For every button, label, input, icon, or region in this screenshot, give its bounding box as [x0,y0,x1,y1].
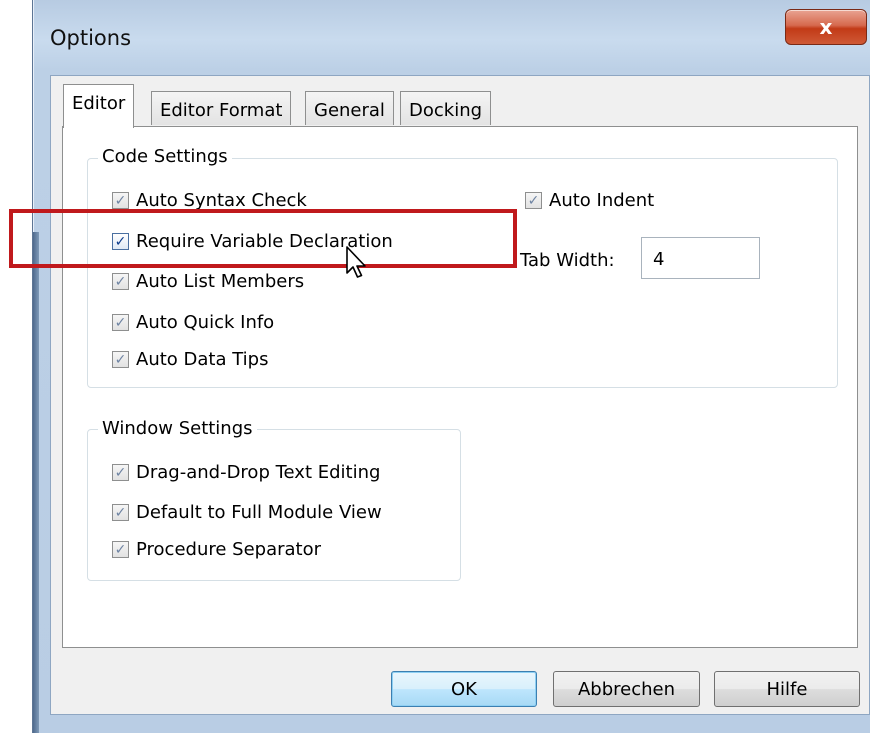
tab-label: Editor Format [160,100,283,121]
highlight-annotation-box [9,209,517,268]
checkbox-label: Default to Full Module View [136,502,382,523]
procedure-separator-option[interactable]: ✓ Procedure Separator [112,539,321,560]
tab-editor-format[interactable]: Editor Format [151,91,292,125]
checkbox-label: Auto Data Tips [136,349,269,370]
help-button[interactable]: Hilfe [714,671,860,707]
auto-syntax-check-option[interactable]: ✓ Auto Syntax Check [112,190,307,211]
checkmark-icon[interactable]: ✓ [112,351,129,368]
tab-general[interactable]: General [305,91,394,125]
code-settings-legend: Code Settings [98,146,232,167]
checkbox-label: Auto Syntax Check [136,190,307,211]
checkbox-label: Auto Quick Info [136,312,275,333]
window-settings-legend: Window Settings [98,418,257,439]
checkmark-icon[interactable]: ✓ [112,273,129,290]
tab-width-label: Tab Width: [520,250,615,271]
tab-label: Docking [409,100,483,121]
close-icon: x [819,15,833,39]
auto-quick-info-option[interactable]: ✓ Auto Quick Info [112,312,274,333]
auto-list-members-option[interactable]: ✓ Auto List Members [112,271,304,292]
checkmark-icon[interactable]: ✓ [112,192,129,209]
drag-and-drop-text-editing-option[interactable]: ✓ Drag-and-Drop Text Editing [112,462,380,483]
checkbox-label: Auto Indent [549,190,655,211]
window-left-border [33,232,39,733]
cancel-button[interactable]: Abbrechen [553,671,700,707]
tab-docking[interactable]: Docking [400,91,492,125]
checkbox-label: Auto List Members [136,271,305,292]
checkbox-label: Drag-and-Drop Text Editing [136,462,381,483]
default-to-full-module-view-option[interactable]: ✓ Default to Full Module View [112,502,382,523]
window-title: Options [50,26,132,50]
tab-label: Editor [72,93,126,114]
screen-background [0,0,32,733]
checkmark-icon[interactable]: ✓ [112,314,129,331]
checkmark-icon[interactable]: ✓ [112,464,129,481]
close-button[interactable]: x [785,9,867,45]
tab-width-input[interactable]: 4 [641,237,760,279]
mouse-cursor-icon [346,246,366,278]
auto-data-tips-option[interactable]: ✓ Auto Data Tips [112,349,268,370]
auto-indent-option[interactable]: ✓ Auto Indent [525,190,654,211]
checkmark-icon[interactable]: ✓ [112,541,129,558]
checkmark-icon[interactable]: ✓ [112,504,129,521]
checkbox-label: Procedure Separator [136,539,322,560]
ok-button[interactable]: OK [391,671,537,707]
tab-label: General [314,100,385,121]
checkmark-icon[interactable]: ✓ [525,192,542,209]
tab-editor[interactable]: Editor [63,84,135,128]
